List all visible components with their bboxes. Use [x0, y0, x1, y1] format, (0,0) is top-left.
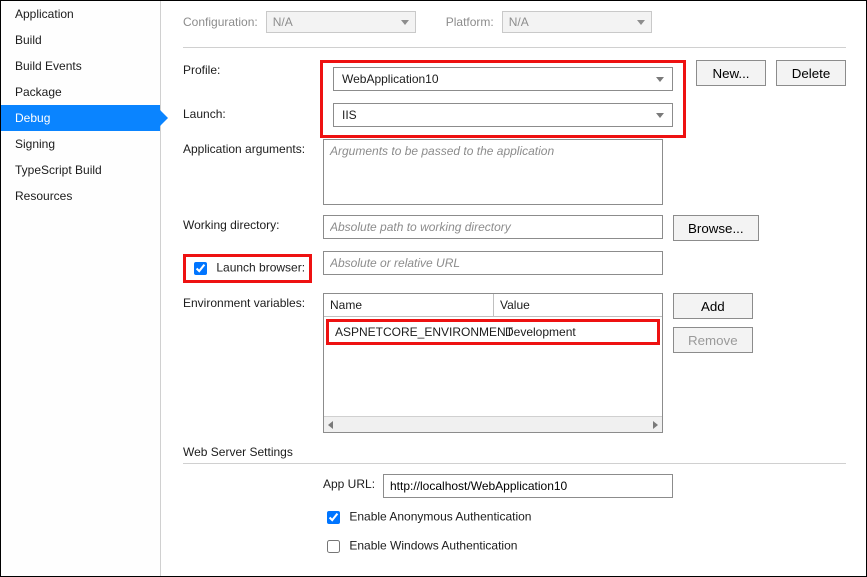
launch-browser-checkbox[interactable]	[194, 262, 207, 275]
chevron-down-icon	[401, 20, 409, 25]
sidebar-item-resources[interactable]: Resources	[1, 183, 160, 209]
browse-button[interactable]: Browse...	[673, 215, 759, 241]
chevron-down-icon	[637, 20, 645, 25]
scroll-left-icon	[328, 421, 333, 429]
platform-dropdown: N/A	[502, 11, 652, 33]
sidebar-item-build[interactable]: Build	[1, 27, 160, 53]
win-auth-row[interactable]: Enable Windows Authentication	[323, 537, 517, 556]
working-directory-input[interactable]	[323, 215, 663, 239]
new-profile-button[interactable]: New...	[696, 60, 766, 86]
win-auth-checkbox[interactable]	[327, 540, 340, 553]
launch-label: Launch:	[183, 104, 323, 121]
sidebar-item-debug[interactable]: Debug	[1, 105, 160, 131]
anon-auth-row[interactable]: Enable Anonymous Authentication	[323, 508, 531, 527]
sidebar-item-signing[interactable]: Signing	[1, 131, 160, 157]
launch-dropdown[interactable]: IIS	[333, 103, 673, 127]
env-row-highlight[interactable]: ASPNETCORE_ENVIRONMENT Development	[326, 319, 660, 345]
env-vars-grid[interactable]: Name Value ASPNETCORE_ENVIRONMENT Develo…	[323, 293, 663, 433]
env-remove-button[interactable]: Remove	[673, 327, 753, 353]
chevron-down-icon	[656, 113, 664, 118]
env-col-name: Name	[324, 294, 494, 316]
project-properties-sidebar: Application Build Build Events Package D…	[1, 1, 161, 576]
launch-browser-highlight: Launch browser:	[183, 254, 312, 283]
win-auth-label: Enable Windows Authentication	[349, 539, 517, 553]
web-server-settings-header: Web Server Settings	[183, 445, 846, 464]
debug-page: Configuration: N/A Platform: N/A Profile…	[161, 1, 866, 576]
grid-horizontal-scrollbar[interactable]	[324, 416, 662, 432]
app-url-input[interactable]	[383, 474, 673, 498]
profile-launch-highlight: WebApplication10 IIS	[320, 60, 686, 138]
application-arguments-input[interactable]	[323, 139, 663, 205]
sidebar-item-build-events[interactable]: Build Events	[1, 53, 160, 79]
appargs-label: Application arguments:	[183, 139, 323, 156]
config-platform-bar: Configuration: N/A Platform: N/A	[183, 11, 846, 48]
delete-profile-button[interactable]: Delete	[776, 60, 846, 86]
anon-auth-checkbox[interactable]	[327, 511, 340, 524]
app-url-label: App URL:	[323, 474, 383, 491]
anon-auth-label: Enable Anonymous Authentication	[349, 510, 531, 524]
scroll-right-icon	[653, 421, 658, 429]
profile-label: Profile:	[183, 60, 320, 77]
sidebar-item-application[interactable]: Application	[1, 1, 160, 27]
sidebar-item-package[interactable]: Package	[1, 79, 160, 105]
env-vars-label: Environment variables:	[183, 293, 323, 310]
profile-dropdown[interactable]: WebApplication10	[333, 67, 673, 91]
env-add-button[interactable]: Add	[673, 293, 753, 319]
sidebar-item-typescript-build[interactable]: TypeScript Build	[1, 157, 160, 183]
launch-browser-label: Launch browser:	[216, 261, 305, 275]
launch-browser-url-input[interactable]	[323, 251, 663, 275]
workdir-label: Working directory:	[183, 215, 323, 232]
chevron-down-icon	[656, 77, 664, 82]
configuration-label: Configuration:	[183, 15, 258, 29]
platform-label: Platform:	[446, 15, 494, 29]
configuration-dropdown: N/A	[266, 11, 416, 33]
env-col-value: Value	[494, 294, 662, 316]
